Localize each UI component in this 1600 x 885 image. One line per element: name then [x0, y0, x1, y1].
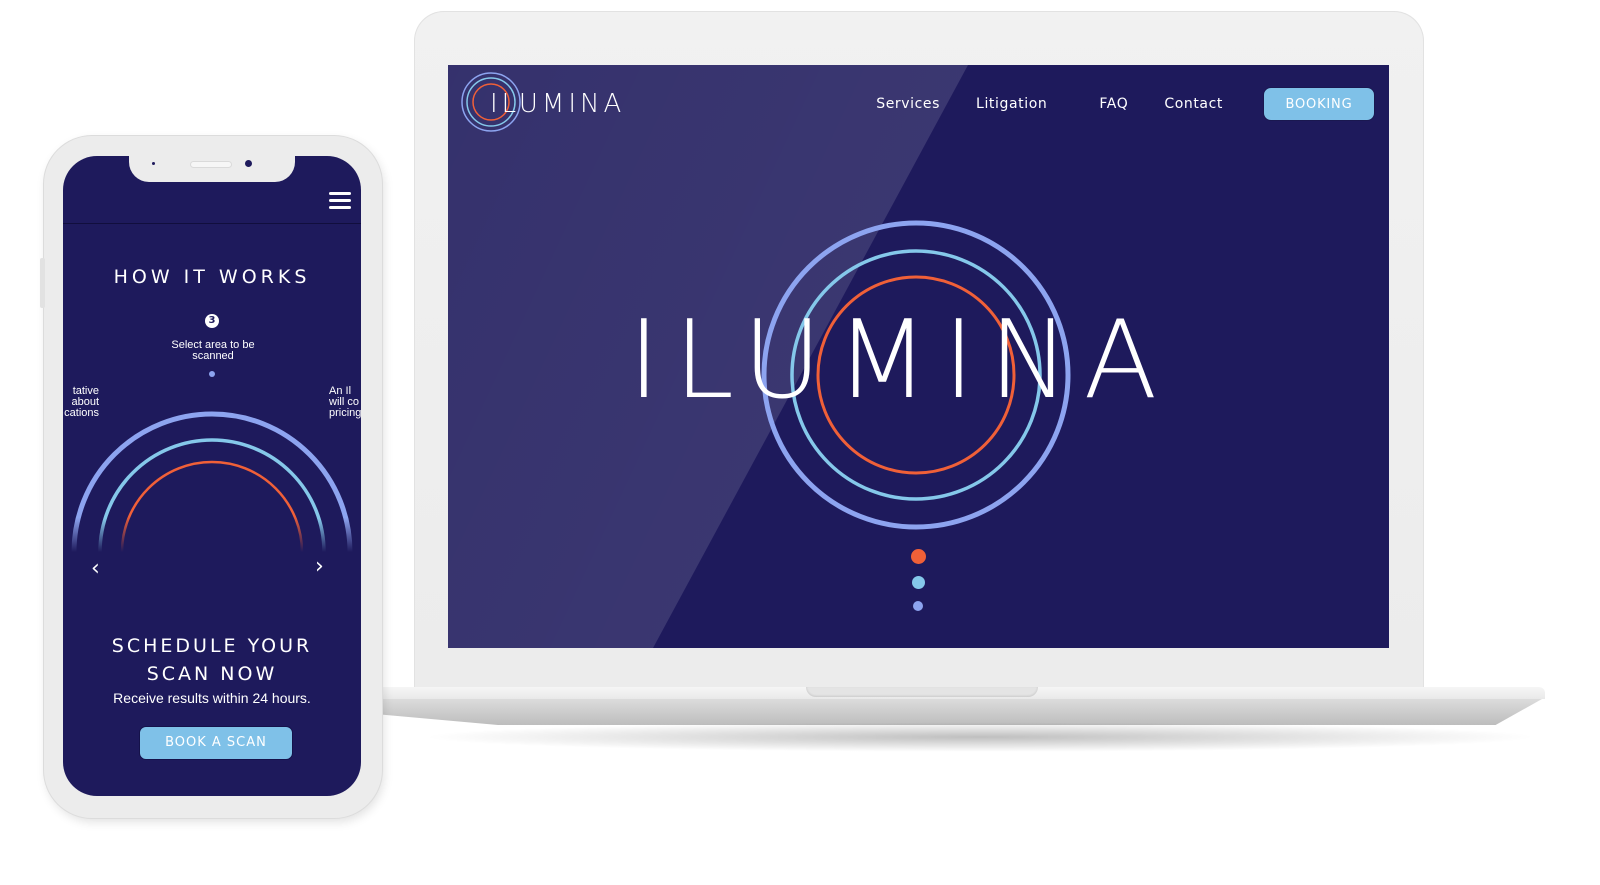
phone-notch	[129, 156, 295, 182]
hero-wordmark: ILUMINA	[628, 298, 1172, 423]
laptop-shadow	[420, 722, 1540, 752]
chevron-right-icon[interactable]: ›	[315, 556, 324, 578]
site-logo[interactable]: ILUMINA	[460, 71, 630, 133]
slider-dot-1[interactable]	[910, 549, 926, 564]
logo-wordmark: ILUMINA	[490, 89, 626, 119]
book-a-scan-button[interactable]: BOOK A SCAN	[139, 726, 293, 760]
sensor-icon	[152, 162, 155, 165]
step-description: Select area to be scanned	[171, 339, 255, 362]
phone-arcs-graphic	[71, 411, 353, 553]
laptop-opening-notch	[806, 687, 1038, 697]
hamburger-icon[interactable]	[329, 192, 351, 210]
phone-side-button	[40, 258, 45, 308]
nav-contact[interactable]: Contact	[1164, 88, 1223, 120]
slider-dot-2[interactable]	[911, 576, 925, 589]
slider-dot-3[interactable]	[913, 601, 923, 611]
hero-slider-dots	[910, 549, 926, 623]
header-divider	[63, 223, 361, 224]
nav-litigation[interactable]: Litigation	[976, 88, 1047, 120]
camera-icon	[245, 160, 252, 167]
cta-title: SCHEDULE YOUR SCAN NOW	[63, 632, 361, 688]
speaker-icon	[191, 162, 231, 167]
arc-outer	[71, 411, 353, 553]
arc-inner	[120, 460, 304, 553]
cta-subtitle: Receive results within 24 hours.	[113, 690, 311, 706]
main-nav: Services Litigation FAQ Contact BOOKING	[876, 87, 1375, 121]
step-number-badge: 3	[205, 314, 219, 328]
nav-services[interactable]: Services	[876, 88, 940, 120]
how-it-works-title: HOW IT WORKS	[113, 266, 311, 288]
nav-faq[interactable]: FAQ	[1099, 88, 1128, 120]
laptop-screen: ILUMINA Services Litigation FAQ Contact …	[448, 65, 1389, 648]
chevron-left-icon[interactable]: ‹	[91, 558, 100, 580]
cta-title-line-1: SCHEDULE YOUR	[111, 635, 313, 657]
arc-middle	[98, 438, 326, 553]
cta-title-line-2: SCAN NOW	[146, 663, 278, 685]
step-indicator-dot	[209, 371, 215, 377]
phone-screen: HOW IT WORKS 3 Select area to be scanned…	[63, 156, 361, 796]
booking-button[interactable]: BOOKING	[1263, 87, 1375, 121]
